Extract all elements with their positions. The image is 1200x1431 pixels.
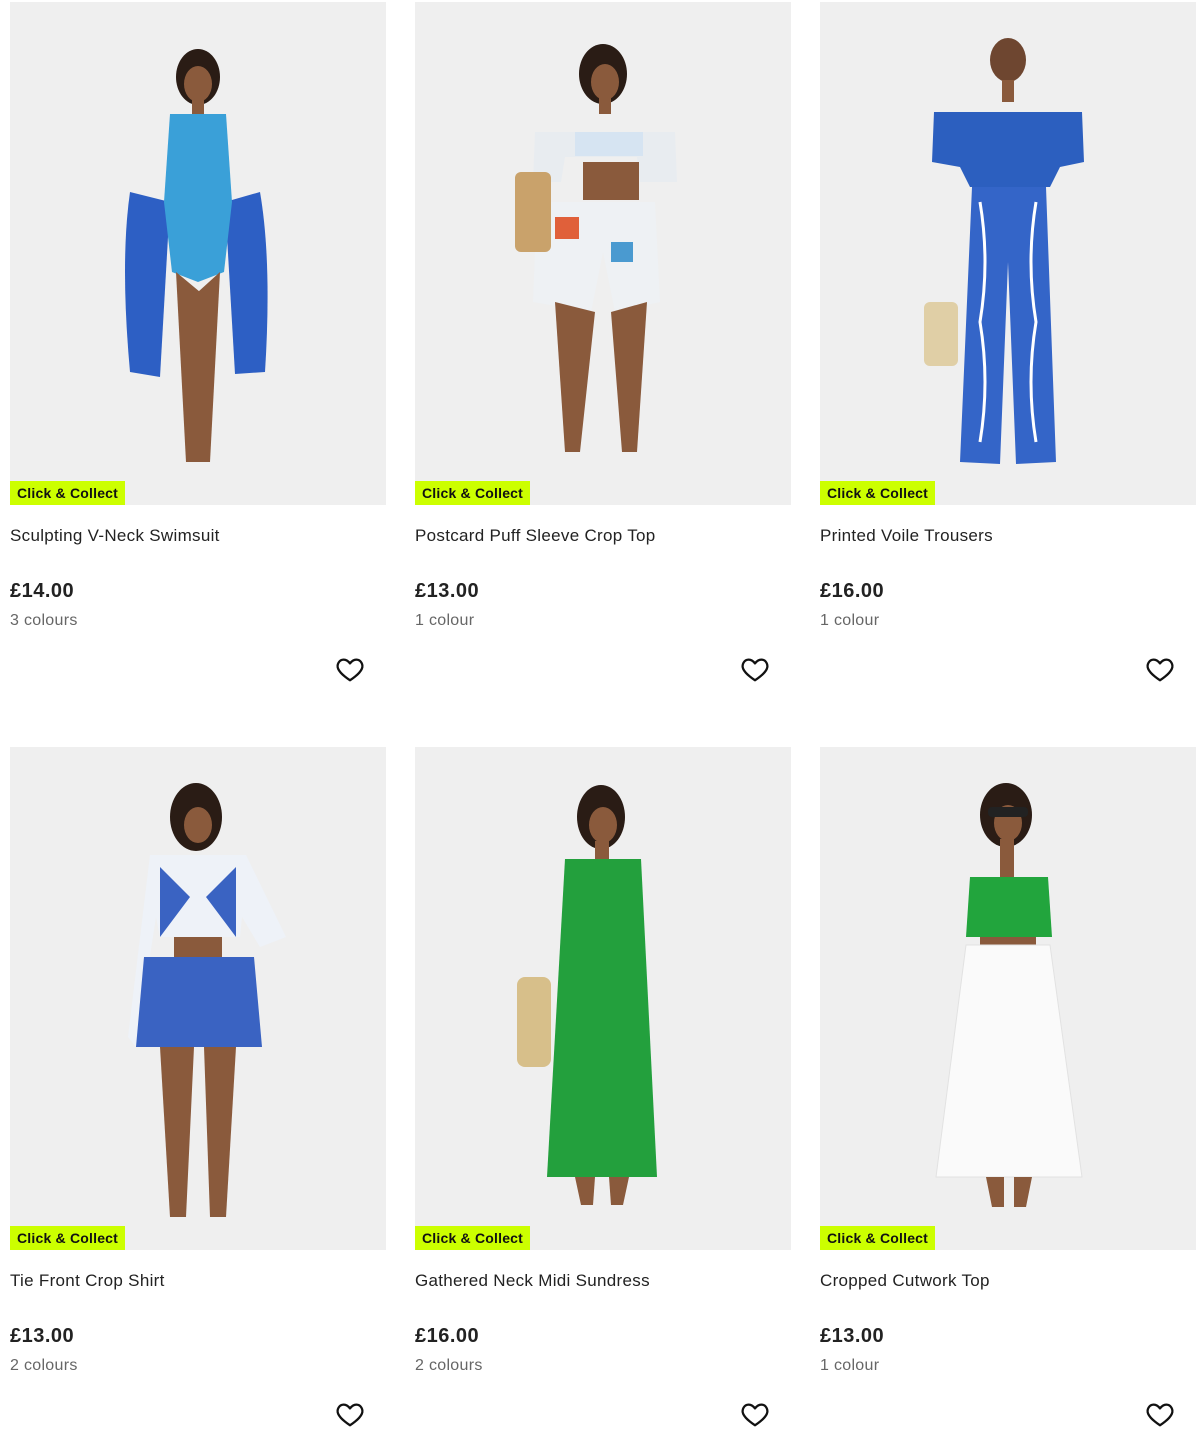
- product-colours: 1 colour: [820, 612, 880, 629]
- product-image[interactable]: Click & Collect: [10, 747, 386, 1250]
- wishlist-button[interactable]: [1143, 1397, 1177, 1431]
- product-colours: 1 colour: [820, 1357, 880, 1374]
- product-image[interactable]: Click & Collect: [820, 2, 1196, 505]
- wishlist-button[interactable]: [333, 652, 367, 686]
- product-price: £16.00: [415, 1325, 480, 1347]
- product-image[interactable]: Click & Collect: [415, 747, 791, 1250]
- wishlist-button[interactable]: [738, 1397, 772, 1431]
- product-colours: 2 colours: [10, 1357, 78, 1374]
- product-image[interactable]: Click & Collect: [10, 2, 386, 505]
- model-photo: [128, 783, 286, 1217]
- click-collect-badge: Click & Collect: [10, 481, 126, 505]
- model-photo: [517, 785, 657, 1205]
- click-collect-badge: Click & Collect: [10, 1226, 126, 1250]
- product-title[interactable]: Sculpting V-Neck Swimsuit: [10, 526, 220, 546]
- product-title[interactable]: Cropped Cutwork Top: [820, 1271, 990, 1291]
- heart-outline-icon: [1146, 1403, 1174, 1427]
- product-title[interactable]: Postcard Puff Sleeve Crop Top: [415, 526, 656, 546]
- product-title[interactable]: Tie Front Crop Shirt: [10, 1271, 165, 1291]
- product-colours: 1 colour: [415, 612, 475, 629]
- wishlist-button[interactable]: [738, 652, 772, 686]
- heart-outline-icon: [336, 658, 364, 682]
- product-colours: 2 colours: [415, 1357, 483, 1374]
- product-colours: 3 colours: [10, 612, 78, 629]
- product-price: £16.00: [820, 580, 885, 602]
- product-price: £14.00: [10, 580, 75, 602]
- product-image[interactable]: Click & Collect: [820, 747, 1196, 1250]
- wishlist-button[interactable]: [333, 1397, 367, 1431]
- click-collect-badge: Click & Collect: [415, 1226, 531, 1250]
- heart-outline-icon: [741, 1403, 769, 1427]
- product-price: £13.00: [415, 580, 480, 602]
- model-photo: [125, 49, 268, 462]
- model-photo: [935, 783, 1083, 1207]
- heart-outline-icon: [741, 658, 769, 682]
- click-collect-badge: Click & Collect: [415, 481, 531, 505]
- model-photo: [924, 38, 1084, 464]
- wishlist-button[interactable]: [1143, 652, 1177, 686]
- click-collect-badge: Click & Collect: [820, 481, 936, 505]
- product-image[interactable]: Click & Collect: [415, 2, 791, 505]
- product-price: £13.00: [10, 1325, 75, 1347]
- click-collect-badge: Click & Collect: [820, 1226, 936, 1250]
- heart-outline-icon: [1146, 658, 1174, 682]
- product-title[interactable]: Gathered Neck Midi Sundress: [415, 1271, 650, 1291]
- heart-outline-icon: [336, 1403, 364, 1427]
- model-photo: [515, 44, 677, 452]
- product-title[interactable]: Printed Voile Trousers: [820, 526, 993, 546]
- product-price: £13.00: [820, 1325, 885, 1347]
